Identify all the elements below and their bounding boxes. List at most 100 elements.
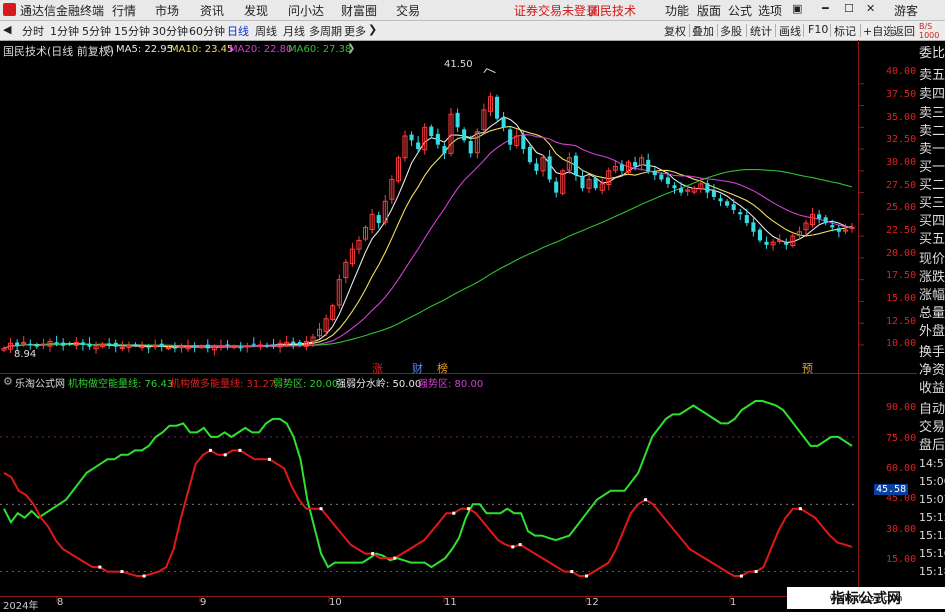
turning-point-marker <box>142 574 146 578</box>
candle-body <box>113 342 118 347</box>
quote-label: 外盘 <box>919 324 945 339</box>
back-button[interactable]: 返回 <box>893 23 915 39</box>
quote-label: 买二 <box>919 178 945 193</box>
toolbar-left-arrow-icon[interactable]: ◀ <box>3 23 11 36</box>
candle-body <box>554 181 559 193</box>
turning-point-marker <box>371 552 375 556</box>
candle-body <box>784 242 789 245</box>
mark-button[interactable]: 标记 <box>834 23 856 39</box>
turning-point-marker <box>570 570 574 574</box>
menu-item-wealth[interactable]: 财富圈 <box>341 2 377 19</box>
menu-item-trade[interactable]: 交易 <box>396 2 420 19</box>
x-axis-label: 12 <box>586 597 599 608</box>
chart-area[interactable]: 国民技术(日线 前复权) ⚙ MA5: 22.95 MA10: 23.45 MA… <box>0 40 917 612</box>
login-notice[interactable]: 证券交易未登录 <box>514 2 598 19</box>
candle-body <box>225 344 230 346</box>
tab-period-15min[interactable]: 15分钟 <box>114 23 150 39</box>
tab-period-daily[interactable]: 日线 <box>227 23 249 39</box>
kline-y-tick: 22.50 <box>886 225 917 236</box>
indicator-name[interactable]: 乐淘公式网 <box>15 375 65 390</box>
marker-list[interactable]: 榜 <box>437 360 448 376</box>
candle-body <box>146 347 151 349</box>
chart-canvas[interactable] <box>0 40 917 609</box>
candle-body <box>416 142 421 150</box>
marker-finance[interactable]: 财 <box>412 360 423 376</box>
message-icon[interactable]: ▣ <box>792 2 802 15</box>
quote-label: 总量 <box>919 306 945 321</box>
indicator-y-tick: 75.00 <box>886 433 917 444</box>
watershed-label: 强弱分水岭: 50.00 <box>336 379 422 390</box>
turning-point-marker <box>798 507 802 511</box>
candle-body <box>659 174 664 180</box>
candle-body <box>718 198 723 202</box>
tab-period-1min[interactable]: 1分钟 <box>50 23 79 39</box>
candle-body <box>291 341 296 345</box>
turning-point-marker <box>739 574 743 578</box>
candle-body <box>133 344 138 346</box>
menu-item-discover[interactable]: 发现 <box>244 2 268 19</box>
statistics-button[interactable]: 统计 <box>750 23 772 39</box>
candle-body <box>34 344 39 347</box>
tab-period-30min[interactable]: 30分钟 <box>152 23 188 39</box>
quote-label: 买四 <box>919 214 945 229</box>
candle-body <box>119 347 125 350</box>
x-axis-label: 1 <box>730 597 737 608</box>
candle-body <box>462 129 467 141</box>
candle-body <box>501 117 506 128</box>
tab-period-multi[interactable]: 多周期 <box>309 23 342 39</box>
turning-point-marker <box>585 574 589 578</box>
bs-indicator[interactable]: B/S 1000 <box>919 22 945 40</box>
menu-item-options[interactable]: 选项 <box>758 2 782 19</box>
overlay-button[interactable]: 叠加 <box>692 23 714 39</box>
turning-point-marker <box>467 507 471 511</box>
indicator-y-tick: 90.00 <box>886 402 917 413</box>
guest-label[interactable]: 游客 <box>894 2 918 19</box>
turning-point-marker <box>238 448 242 452</box>
candle-body <box>172 347 177 349</box>
candle-body <box>633 162 638 167</box>
candle-body <box>198 346 204 349</box>
kline-y-tick: 27.50 <box>886 180 917 191</box>
settings-gear-icon[interactable]: ⚙ <box>104 43 114 56</box>
auto-label[interactable]: 自动 <box>919 402 945 417</box>
quote-label: 卖三 <box>919 106 945 121</box>
ma-expand-chevron-icon[interactable]: ❯ <box>347 43 355 54</box>
menu-item-function[interactable]: 功能 <box>665 2 689 19</box>
trade-label[interactable]: 交易 <box>919 420 945 435</box>
restore-rights-button[interactable]: 复权 <box>664 23 686 39</box>
tab-period-60min[interactable]: 60分钟 <box>189 23 225 39</box>
multi-stock-button[interactable]: 多股 <box>720 23 742 39</box>
menu-item-assistant[interactable]: 问小达 <box>288 2 324 19</box>
kline-y-tick: 12.50 <box>886 316 917 327</box>
ma60-label: MA60: 27.38 <box>288 44 352 55</box>
more-chevron-icon[interactable]: ❯ <box>368 23 377 36</box>
draw-line-button[interactable]: 画线 <box>779 23 801 39</box>
menu-item-news[interactable]: 资讯 <box>200 2 224 19</box>
indicator-settings-icon[interactable]: ⚙ <box>3 375 13 388</box>
x-axis-label: 10 <box>329 597 342 608</box>
menu-item-exchange[interactable]: 市场 <box>155 2 179 19</box>
candle-body <box>757 229 763 241</box>
marker-forecast[interactable]: 预 <box>802 360 813 376</box>
close-icon[interactable]: ✕ <box>866 2 875 15</box>
menu-item-formula[interactable]: 公式 <box>728 2 752 19</box>
tab-period-weekly[interactable]: 周线 <box>255 23 277 39</box>
after-hours-label[interactable]: 盘后 <box>919 438 945 453</box>
marker-limit-up[interactable]: 涨 <box>372 360 383 376</box>
low-price-label: 8.94 <box>14 349 37 360</box>
turning-point-marker <box>754 570 758 574</box>
minimize-icon[interactable]: ━ <box>822 2 829 15</box>
f10-button[interactable]: F10 <box>808 23 828 36</box>
candle-body <box>468 141 473 154</box>
tab-period-monthly[interactable]: 月线 <box>283 23 305 39</box>
candle-body <box>547 156 552 180</box>
maximize-icon[interactable]: ☐ <box>844 2 854 15</box>
menu-item-market[interactable]: 行情 <box>112 2 136 19</box>
weak-zone-label: 弱势区: 20.00 <box>273 379 339 390</box>
menu-item-layout[interactable]: 版面 <box>697 2 721 19</box>
tab-period-more[interactable]: 更多 <box>344 23 366 39</box>
tab-period-intraday[interactable]: 分时 <box>22 23 44 39</box>
long-energy-line <box>3 449 853 577</box>
candle-body <box>764 241 769 245</box>
tab-period-5min[interactable]: 5分钟 <box>82 23 111 39</box>
